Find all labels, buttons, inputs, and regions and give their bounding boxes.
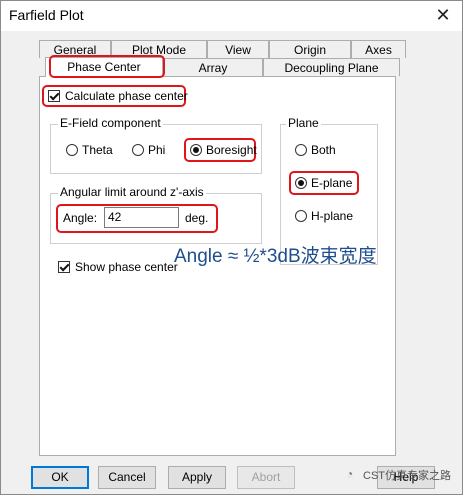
- ok-button[interactable]: OK: [31, 466, 89, 489]
- phase-center-panel: Calculate phase center E-Field component…: [39, 76, 396, 456]
- angle-label: Angle:: [63, 211, 98, 225]
- watermark-text: CST仿真专家之路: [363, 470, 451, 482]
- radio-both[interactable]: [295, 144, 307, 156]
- apply-button[interactable]: Apply: [168, 466, 226, 489]
- wechat-icon: ◔: [346, 467, 354, 481]
- tab-axes[interactable]: Axes: [351, 40, 406, 58]
- farfield-plot-dialog: Farfield Plot ✕ General Plot Mode View O…: [0, 0, 463, 495]
- tab-view[interactable]: View: [207, 40, 269, 58]
- window-title: Farfield Plot: [9, 7, 84, 23]
- radio-both-label: Both: [311, 143, 336, 157]
- radio-phi[interactable]: [132, 144, 144, 156]
- close-icon[interactable]: ✕: [432, 4, 454, 26]
- plane-group-label: Plane: [286, 116, 321, 130]
- dialog-body: General Plot Mode View Origin Axes Phase…: [1, 31, 462, 494]
- abort-button: Abort: [237, 466, 295, 489]
- radio-theta-label: Theta: [82, 143, 113, 157]
- efield-group-label: E-Field component: [58, 116, 163, 130]
- radio-e-plane-label: E-plane: [311, 176, 353, 190]
- tab-array[interactable]: Array: [163, 58, 263, 76]
- radio-boresight-label: Boresight: [206, 143, 257, 157]
- angular-limit-group-label: Angular limit around z'-axis: [58, 185, 206, 199]
- radio-theta[interactable]: [66, 144, 78, 156]
- radio-e-plane[interactable]: [295, 177, 307, 189]
- cancel-button[interactable]: Cancel: [98, 466, 156, 489]
- phase-center-tab-highlight: [49, 55, 165, 78]
- show-phase-center-checkbox[interactable]: [58, 261, 70, 273]
- tab-decoupling-plane[interactable]: Decoupling Plane: [263, 58, 400, 76]
- radio-phi-label: Phi: [148, 143, 166, 157]
- title-bar: Farfield Plot ✕: [1, 1, 462, 31]
- angle-unit: deg.: [185, 211, 209, 225]
- calculate-phase-center-label: Calculate phase center: [65, 89, 188, 103]
- tab-origin[interactable]: Origin: [269, 40, 351, 58]
- radio-h-plane[interactable]: [295, 210, 307, 222]
- angle-input[interactable]: 42: [104, 207, 179, 228]
- radio-h-plane-label: H-plane: [311, 209, 354, 223]
- show-phase-center-label: Show phase center: [75, 260, 178, 274]
- radio-boresight[interactable]: [190, 144, 202, 156]
- calculate-phase-center-checkbox[interactable]: [48, 90, 60, 102]
- angle-annotation: Angle ≈ ½*3dB波束宽度: [174, 246, 377, 267]
